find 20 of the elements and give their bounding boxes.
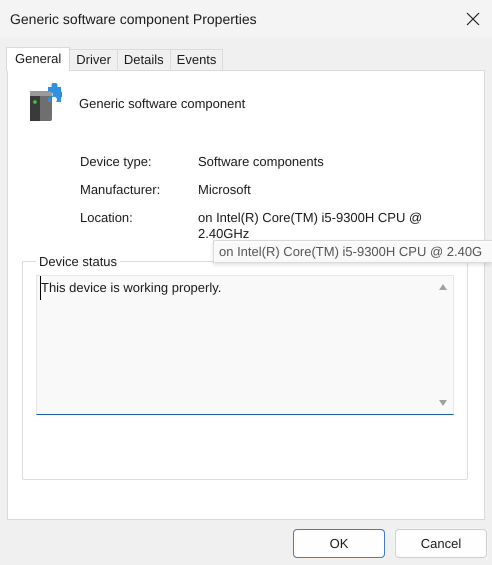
tab[interactable]: Events — [170, 49, 224, 70]
property-value: Software components — [198, 154, 325, 170]
dialog-button[interactable]: Cancel — [395, 529, 487, 558]
tooltip: on Intel(R) Core(TM) i5-9300H CPU @ 2.40G — [213, 240, 492, 263]
window-title: Generic software component Properties — [10, 11, 257, 27]
property-value: Microsoft — [198, 182, 252, 198]
scroll-up-icon[interactable] — [439, 284, 447, 290]
dialog-button[interactable]: OK — [293, 529, 385, 558]
status-text-field[interactable]: This device is working properly. — [36, 275, 454, 415]
property-label: Location: — [80, 210, 134, 227]
property-label: Device type: — [80, 154, 153, 170]
scroll-down-icon[interactable] — [439, 400, 447, 406]
status-text: This device is working properly. — [40, 276, 226, 300]
property-label: Manufacturer: — [80, 182, 162, 198]
device-icon — [28, 83, 62, 123]
tab[interactable]: General — [6, 47, 70, 71]
device-name: Generic software component — [79, 96, 246, 110]
close-icon[interactable] — [466, 12, 480, 26]
group-label: Device status — [38, 254, 118, 269]
property-value: on Intel(R) Core(TM) i5-9300H CPU @ 2.40GHz — [198, 210, 424, 242]
